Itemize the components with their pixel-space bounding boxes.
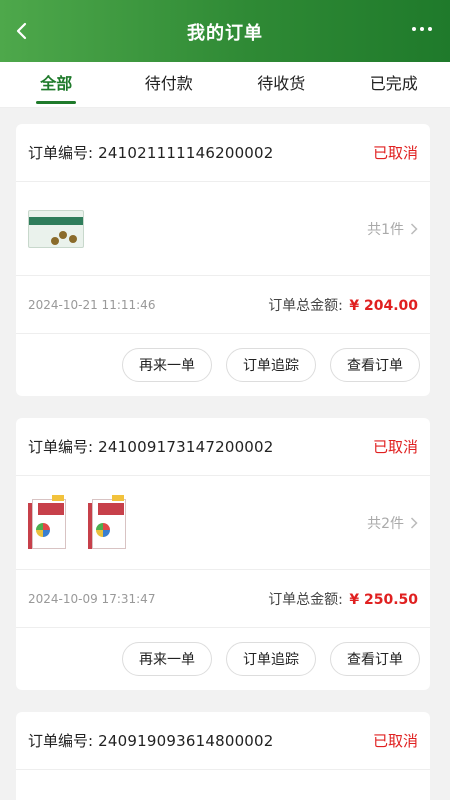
order-number: 241021111146200002 [98,144,274,162]
order-status: 已取消 [372,732,418,750]
total-label: 订单总金额: [268,297,343,314]
reorder-button[interactable]: 再来一单 [122,348,212,382]
total-amount: ¥ 204.00 [349,297,418,314]
total-label: 订单总金额: [268,591,343,608]
track-order-button[interactable]: 订单追踪 [226,348,316,382]
product-image [28,494,74,551]
order-list[interactable]: 订单编号: 241021111146200002 已取消 共1件 2024-10… [0,108,450,800]
view-order-button[interactable]: 查看订单 [330,348,420,382]
order-header: 订单编号: 241009173147200002 已取消 [16,418,430,476]
item-count: 共2件 [367,515,404,532]
item-count: 共1件 [367,221,404,238]
order-actions: 再来一单 订单追踪 查看订单 [16,628,430,690]
order-card: 订单编号: 240919093614800002 已取消 [16,712,430,800]
order-number: 240919093614800002 [98,732,274,750]
order-time: 2024-10-09 17:31:47 [28,591,156,606]
tab-pending-payment[interactable]: 待付款 [113,62,226,107]
top-app-bar: 我的订单 [0,0,450,62]
tab-all[interactable]: 全部 [0,62,113,107]
order-actions: 再来一单 订单追踪 查看订单 [16,334,430,396]
order-status: 已取消 [372,438,418,456]
order-tabs: 全部 待付款 待收货 已完成 [0,62,450,108]
order-card: 订单编号: 241009173147200002 已取消 共2件 2024-10… [16,418,430,690]
product-image [28,209,84,248]
order-header: 订单编号: 241021111146200002 已取消 [16,124,430,182]
page-title: 我的订单 [187,23,263,44]
order-time: 2024-10-21 11:11:46 [28,297,156,312]
order-status: 已取消 [372,144,418,162]
order-number: 241009173147200002 [98,438,274,456]
view-order-button[interactable]: 查看订单 [330,642,420,676]
dot-icon [412,27,416,31]
product-image [88,494,134,551]
reorder-button[interactable]: 再来一单 [122,642,212,676]
track-order-button[interactable]: 订单追踪 [226,642,316,676]
chevron-right-icon [410,516,418,529]
order-goods-row[interactable]: 共1件 [16,182,430,276]
chevron-right-icon [410,222,418,235]
tab-pending-receipt[interactable]: 待收货 [225,62,338,107]
order-summary: 2024-10-09 17:31:47 订单总金额: ¥ 250.50 [16,570,430,628]
order-header: 订单编号: 240919093614800002 已取消 [16,712,430,770]
order-number-label: 订单编号: [28,144,94,162]
order-number-label: 订单编号: [28,438,94,456]
order-card: 订单编号: 241021111146200002 已取消 共1件 2024-10… [16,124,430,396]
order-goods-row[interactable]: 共2件 [16,476,430,570]
total-amount: ¥ 250.50 [349,591,418,608]
dot-icon [428,27,432,31]
more-options-button[interactable] [410,24,434,34]
order-summary: 2024-10-21 11:11:46 订单总金额: ¥ 204.00 [16,276,430,334]
order-number-label: 订单编号: [28,732,94,750]
tab-completed[interactable]: 已完成 [338,62,450,107]
dot-icon [420,27,424,31]
